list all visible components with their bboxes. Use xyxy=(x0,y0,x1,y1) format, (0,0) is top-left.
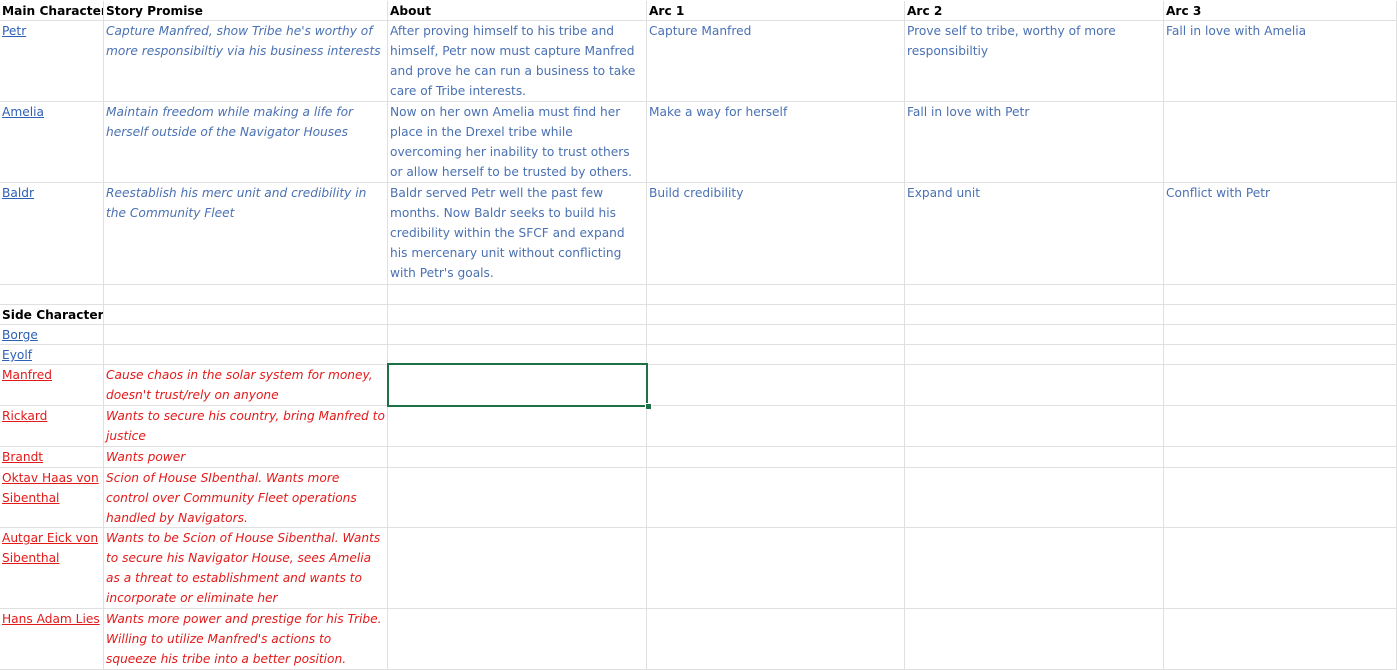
header-arc-2[interactable]: Arc 2 xyxy=(905,1,1164,21)
side-character-name-eyolf[interactable]: Eyolf xyxy=(0,345,104,365)
empty-cell[interactable] xyxy=(905,468,1164,528)
empty-cell[interactable] xyxy=(388,406,647,447)
side-character-name-brandt[interactable]: Brandt xyxy=(0,447,104,468)
arc3-baldr[interactable]: Conflict with Petr xyxy=(1164,183,1397,285)
side-characters-header[interactable]: Side Characters xyxy=(0,305,104,325)
empty-cell[interactable] xyxy=(388,325,647,345)
header-arc-1[interactable]: Arc 1 xyxy=(647,1,905,21)
empty-cell[interactable] xyxy=(388,345,647,365)
header-arc-3[interactable]: Arc 3 xyxy=(1164,1,1397,21)
header-about[interactable]: About xyxy=(388,1,647,21)
side-promise-oktav[interactable]: Scion of House SIbenthal. Wants more con… xyxy=(104,468,388,528)
arc2-amelia[interactable]: Fall in love with Petr xyxy=(905,102,1164,183)
side-promise-autgar[interactable]: Wants to be Scion of House Sibenthal. Wa… xyxy=(104,528,388,609)
about-baldr[interactable]: Baldr served Petr well the past few mont… xyxy=(388,183,647,285)
empty-cell[interactable] xyxy=(647,305,905,325)
empty-cell[interactable] xyxy=(647,406,905,447)
empty-cell[interactable] xyxy=(104,305,388,325)
empty-cell[interactable] xyxy=(1164,305,1397,325)
side-character-name-hans[interactable]: Hans Adam Lies xyxy=(0,609,104,670)
empty-cell[interactable] xyxy=(388,609,647,670)
empty-cell[interactable] xyxy=(1164,468,1397,528)
empty-cell[interactable] xyxy=(905,345,1164,365)
side-promise-borge[interactable] xyxy=(104,325,388,345)
about-petr[interactable]: After proving himself to his tribe and h… xyxy=(388,21,647,102)
empty-cell[interactable] xyxy=(388,468,647,528)
empty-cell[interactable] xyxy=(1164,609,1397,670)
empty-cell[interactable] xyxy=(905,528,1164,609)
empty-cell[interactable] xyxy=(1164,285,1397,305)
empty-cell[interactable] xyxy=(905,305,1164,325)
side-character-name-rickard[interactable]: Rickard xyxy=(0,406,104,447)
empty-cell[interactable] xyxy=(104,285,388,305)
arc3-amelia[interactable] xyxy=(1164,102,1397,183)
side-character-name-oktav[interactable]: Oktav Haas von Sibenthal xyxy=(0,468,104,528)
empty-cell[interactable] xyxy=(905,365,1164,406)
story-promise-baldr[interactable]: Reestablish his merc unit and credibilit… xyxy=(104,183,388,285)
empty-cell[interactable] xyxy=(647,365,905,406)
fill-handle[interactable] xyxy=(645,403,652,410)
side-character-name-borge[interactable]: Borge xyxy=(0,325,104,345)
side-promise-rickard[interactable]: Wants to secure his country, bring Manfr… xyxy=(104,406,388,447)
empty-cell[interactable] xyxy=(388,305,647,325)
empty-cell[interactable] xyxy=(647,345,905,365)
spreadsheet-grid[interactable]: Main Character Story Promise About Arc 1… xyxy=(0,0,1397,670)
side-promise-hans[interactable]: Wants more power and prestige for his Tr… xyxy=(104,609,388,670)
character-name-petr[interactable]: Petr xyxy=(0,21,104,102)
empty-cell[interactable] xyxy=(905,406,1164,447)
side-promise-eyolf[interactable] xyxy=(104,345,388,365)
empty-cell[interactable] xyxy=(388,447,647,468)
empty-cell[interactable] xyxy=(1164,528,1397,609)
empty-cell[interactable] xyxy=(0,285,104,305)
header-main-character[interactable]: Main Character xyxy=(0,1,104,21)
empty-cell[interactable] xyxy=(1164,325,1397,345)
arc1-petr[interactable]: Capture Manfred xyxy=(647,21,905,102)
empty-cell[interactable] xyxy=(647,468,905,528)
arc3-petr[interactable]: Fall in love with Amelia xyxy=(1164,21,1397,102)
selected-cell[interactable] xyxy=(388,365,647,406)
about-amelia[interactable]: Now on her own Amelia must find her plac… xyxy=(388,102,647,183)
empty-cell[interactable] xyxy=(905,447,1164,468)
empty-cell[interactable] xyxy=(905,325,1164,345)
empty-cell[interactable] xyxy=(647,285,905,305)
empty-cell[interactable] xyxy=(647,325,905,345)
character-name-amelia[interactable]: Amelia xyxy=(0,102,104,183)
empty-cell[interactable] xyxy=(1164,345,1397,365)
empty-cell[interactable] xyxy=(647,609,905,670)
character-name-baldr[interactable]: Baldr xyxy=(0,183,104,285)
side-character-name-autgar[interactable]: Autgar Eick von Sibenthal xyxy=(0,528,104,609)
empty-cell[interactable] xyxy=(388,285,647,305)
header-story-promise[interactable]: Story Promise xyxy=(104,1,388,21)
empty-cell[interactable] xyxy=(905,609,1164,670)
arc1-baldr[interactable]: Build credibility xyxy=(647,183,905,285)
empty-cell[interactable] xyxy=(1164,365,1397,406)
story-promise-petr[interactable]: Capture Manfred, show Tribe he's worthy … xyxy=(104,21,388,102)
arc1-amelia[interactable]: Make a way for herself xyxy=(647,102,905,183)
side-character-name-manfred[interactable]: Manfred xyxy=(0,365,104,406)
empty-cell[interactable] xyxy=(1164,406,1397,447)
empty-cell[interactable] xyxy=(647,447,905,468)
empty-cell[interactable] xyxy=(388,528,647,609)
arc2-petr[interactable]: Prove self to tribe, worthy of more resp… xyxy=(905,21,1164,102)
empty-cell[interactable] xyxy=(647,528,905,609)
arc2-baldr[interactable]: Expand unit xyxy=(905,183,1164,285)
side-promise-brandt[interactable]: Wants power xyxy=(104,447,388,468)
empty-cell[interactable] xyxy=(905,285,1164,305)
empty-cell[interactable] xyxy=(1164,447,1397,468)
side-promise-manfred[interactable]: Cause chaos in the solar system for mone… xyxy=(104,365,388,406)
story-promise-amelia[interactable]: Maintain freedom while making a life for… xyxy=(104,102,388,183)
